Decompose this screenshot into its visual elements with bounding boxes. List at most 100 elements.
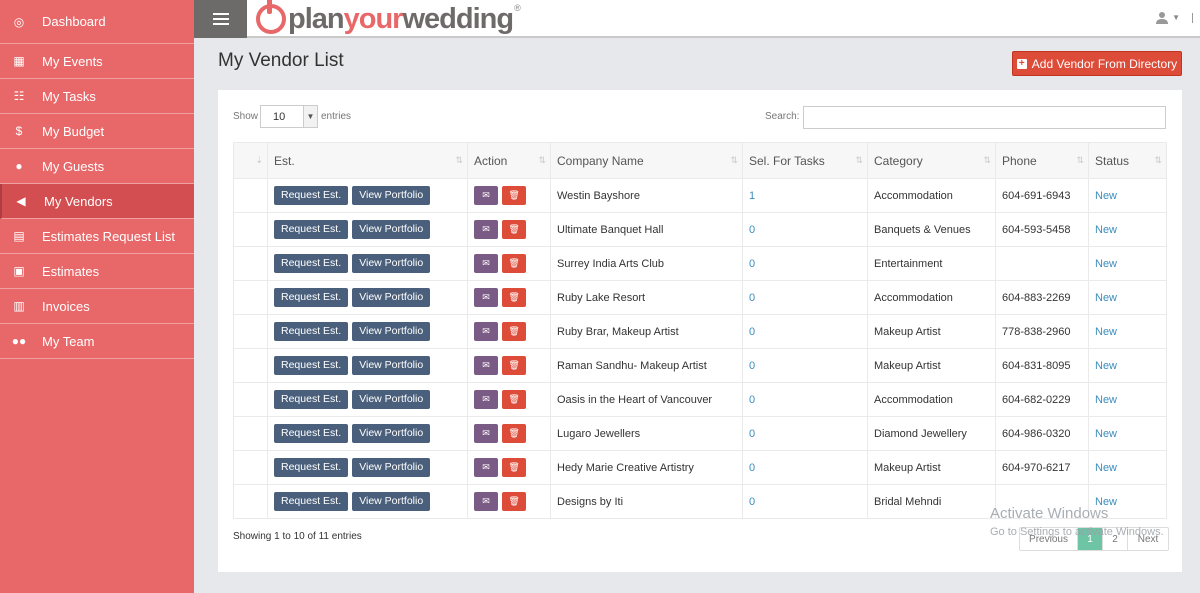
request-estimate-button[interactable]: Request Est. xyxy=(274,322,349,341)
view-portfolio-button[interactable]: View Portfolio xyxy=(352,356,431,375)
request-estimate-button[interactable]: Request Est. xyxy=(274,220,349,239)
est-cell: Request Est. View Portfolio xyxy=(267,450,468,485)
trash-icon[interactable]: 🗑 xyxy=(502,220,527,239)
category-cell: Bridal Mehndi xyxy=(867,484,996,519)
view-portfolio-button[interactable]: View Portfolio xyxy=(352,288,431,307)
request-estimate-button[interactable]: Request Est. xyxy=(274,186,349,205)
request-estimate-button[interactable]: Request Est. xyxy=(274,356,349,375)
email-icon[interactable]: ✉ xyxy=(474,322,498,341)
sidebar-item-my-team[interactable]: ●● My Team xyxy=(0,324,194,359)
column-header-index[interactable]: ⇣ xyxy=(233,142,268,179)
status-link[interactable]: New xyxy=(1088,416,1167,451)
selected-tasks-link[interactable]: 0 xyxy=(742,348,868,383)
request-estimate-button[interactable]: Request Est. xyxy=(274,390,349,409)
sidebar-item-dashboard[interactable]: ◎ Dashboard xyxy=(0,0,194,44)
email-icon[interactable]: ✉ xyxy=(474,424,498,443)
email-icon[interactable]: ✉ xyxy=(474,458,498,477)
logo-text-your: your xyxy=(343,2,404,35)
email-icon[interactable]: ✉ xyxy=(474,390,498,409)
column-header-company-name[interactable]: Company Name ⇅ xyxy=(550,142,743,179)
selected-tasks-link[interactable]: 0 xyxy=(742,450,868,485)
brand-logo[interactable]: planyourwedding ® xyxy=(256,0,521,38)
trash-icon[interactable]: 🗑 xyxy=(502,492,527,511)
add-vendor-button[interactable]: + Add Vendor From Directory xyxy=(1012,51,1182,76)
sidebar-item-estimates-request-list[interactable]: ▤ Estimates Request List xyxy=(0,219,194,254)
selected-tasks-link[interactable]: 0 xyxy=(742,280,868,315)
email-icon[interactable]: ✉ xyxy=(474,492,498,511)
view-portfolio-button[interactable]: View Portfolio xyxy=(352,424,431,443)
sidebar-item-estimates[interactable]: ▣ Estimates xyxy=(0,254,194,289)
sort-icon: ⇅ xyxy=(983,155,990,165)
email-icon[interactable]: ✉ xyxy=(474,220,498,239)
category-cell: Accommodation xyxy=(867,178,996,213)
trash-icon[interactable]: 🗑 xyxy=(502,458,527,477)
company-name-cell: Surrey India Arts Club xyxy=(550,246,743,281)
table-row: Request Est. View Portfolio ✉ 🗑 Ultimate B… xyxy=(233,212,1167,247)
trash-icon[interactable]: 🗑 xyxy=(502,356,527,375)
view-portfolio-button[interactable]: View Portfolio xyxy=(352,322,431,341)
column-header-status[interactable]: Status ⇅ xyxy=(1088,142,1167,179)
email-icon[interactable]: ✉ xyxy=(474,186,498,205)
selected-tasks-link[interactable]: 0 xyxy=(742,212,868,247)
selected-tasks-link[interactable]: 0 xyxy=(742,484,868,519)
selected-tasks-link[interactable]: 1 xyxy=(742,178,868,213)
windows-activation-watermark: Activate Windows Go to Settings to activ… xyxy=(990,505,1164,538)
status-link[interactable]: New xyxy=(1088,450,1167,485)
action-cell: ✉ 🗑 xyxy=(467,178,551,213)
selected-tasks-link[interactable]: 0 xyxy=(742,314,868,349)
table-row: Request Est. View Portfolio ✉ 🗑 Surrey Ind… xyxy=(233,246,1167,281)
email-icon[interactable]: ✉ xyxy=(474,288,498,307)
entries-select[interactable]: 10 ▼ xyxy=(260,105,318,128)
request-estimate-button[interactable]: Request Est. xyxy=(274,288,349,307)
add-vendor-label: Add Vendor From Directory xyxy=(1031,56,1178,71)
email-icon[interactable]: ✉ xyxy=(474,254,498,273)
view-portfolio-button[interactable]: View Portfolio xyxy=(352,186,431,205)
search-input[interactable] xyxy=(803,106,1166,129)
trash-icon[interactable]: 🗑 xyxy=(502,424,527,443)
category-cell: Accommodation xyxy=(867,382,996,417)
user-menu[interactable]: ▼ xyxy=(1155,11,1180,24)
sidebar-item-my-guests[interactable]: ● My Guests xyxy=(0,149,194,184)
sidebar-item-my-budget[interactable]: $ My Budget xyxy=(0,114,194,149)
column-header-category[interactable]: Category ⇅ xyxy=(867,142,996,179)
trash-icon[interactable]: 🗑 xyxy=(502,254,527,273)
status-link[interactable]: New xyxy=(1088,178,1167,213)
view-portfolio-button[interactable]: View Portfolio xyxy=(352,390,431,409)
trash-icon[interactable]: 🗑 xyxy=(502,390,527,409)
status-link[interactable]: New xyxy=(1088,348,1167,383)
status-link[interactable]: New xyxy=(1088,280,1167,315)
request-estimate-button[interactable]: Request Est. xyxy=(274,492,349,511)
status-link[interactable]: New xyxy=(1088,246,1167,281)
status-link[interactable]: New xyxy=(1088,382,1167,417)
tasks-icon: ☷ xyxy=(13,89,25,103)
request-estimate-button[interactable]: Request Est. xyxy=(274,458,349,477)
est-cell: Request Est. View Portfolio xyxy=(267,212,468,247)
column-header-action[interactable]: Action ⇅ xyxy=(467,142,551,179)
view-portfolio-button[interactable]: View Portfolio xyxy=(352,254,431,273)
trash-icon[interactable]: 🗑 xyxy=(502,322,527,341)
category-cell: Banquets & Venues xyxy=(867,212,996,247)
view-portfolio-button[interactable]: View Portfolio xyxy=(352,458,431,477)
request-estimate-button[interactable]: Request Est. xyxy=(274,424,349,443)
email-icon[interactable]: ✉ xyxy=(474,356,498,375)
column-header-phone[interactable]: Phone ⇅ xyxy=(995,142,1089,179)
view-portfolio-button[interactable]: View Portfolio xyxy=(352,220,431,239)
view-portfolio-button[interactable]: View Portfolio xyxy=(352,492,431,511)
trash-icon[interactable]: 🗑 xyxy=(502,186,527,205)
sidebar-item-label: Estimates xyxy=(42,263,100,279)
selected-tasks-link[interactable]: 0 xyxy=(742,416,868,451)
sidebar-item-my-events[interactable]: ▦ My Events xyxy=(0,44,194,79)
status-link[interactable]: New xyxy=(1088,212,1167,247)
menu-toggle-button[interactable] xyxy=(194,0,247,38)
request-estimate-button[interactable]: Request Est. xyxy=(274,254,349,273)
column-header-est[interactable]: Est. ⇅ xyxy=(267,142,468,179)
sidebar-item-my-tasks[interactable]: ☷ My Tasks xyxy=(0,79,194,114)
selected-tasks-link[interactable]: 0 xyxy=(742,382,868,417)
expand-icon[interactable] xyxy=(1192,13,1200,23)
sidebar-item-my-vendors[interactable]: ◀ My Vendors xyxy=(0,184,194,219)
status-link[interactable]: New xyxy=(1088,314,1167,349)
selected-tasks-link[interactable]: 0 xyxy=(742,246,868,281)
sidebar-item-invoices[interactable]: ▥ Invoices xyxy=(0,289,194,324)
column-header-sel-for-tasks[interactable]: Sel. For Tasks ⇅ xyxy=(742,142,868,179)
trash-icon[interactable]: 🗑 xyxy=(502,288,527,307)
